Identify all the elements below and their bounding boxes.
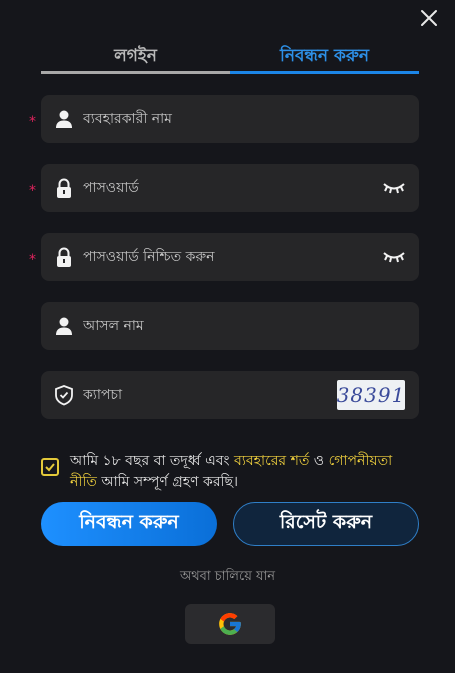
lock-icon	[57, 178, 71, 198]
register-button[interactable]: নিবন্ধন করুন	[41, 502, 217, 546]
privacy-link-part1[interactable]: গোপনীয়তা	[329, 453, 393, 469]
terms-link[interactable]: ব্যবহারের শর্ত	[234, 453, 309, 469]
google-icon	[219, 613, 241, 635]
real-name-input[interactable]	[83, 302, 419, 350]
required-mark-confirm: *	[29, 252, 36, 268]
reset-button-label: রিসেট করুন	[279, 511, 373, 533]
required-mark-username: *	[29, 114, 36, 130]
lock-icon	[57, 247, 71, 267]
user-icon	[56, 317, 72, 335]
username-field	[41, 95, 419, 143]
eye-closed-icon[interactable]	[381, 249, 407, 265]
tab-login[interactable]: লগইন	[41, 44, 230, 76]
tab-register-label: নিবন্ধন করুন	[279, 46, 370, 66]
eye-closed-icon[interactable]	[381, 180, 407, 196]
privacy-link-part2[interactable]: নীতি	[70, 474, 97, 490]
shield-check-icon	[55, 385, 73, 406]
agreement-text-before: আমি ১৮ বছর বা তদূর্ধ্ব এবং	[70, 453, 235, 469]
password-input[interactable]	[83, 164, 381, 212]
google-login-button[interactable]	[185, 604, 275, 644]
close-button[interactable]	[417, 6, 441, 30]
user-icon	[56, 110, 72, 128]
register-button-label: নিবন্ধন করুন	[79, 511, 179, 533]
agreement-checkbox[interactable]	[41, 458, 59, 476]
checkmark-icon	[45, 463, 55, 472]
confirm-password-input[interactable]	[83, 233, 381, 281]
captcha-code: 38391	[336, 383, 406, 407]
username-input[interactable]	[83, 95, 419, 143]
reset-button[interactable]: রিসেট করুন	[233, 502, 419, 546]
tab-login-underline	[41, 71, 230, 74]
tab-register-underline	[230, 71, 419, 74]
real-name-field	[41, 302, 419, 350]
tab-register[interactable]: নিবন্ধন করুন	[230, 44, 419, 76]
close-icon	[421, 10, 437, 26]
captcha-image[interactable]: 38391	[337, 380, 405, 410]
agreement-row: আমি ১৮ বছর বা তদূর্ধ্ব এবং ব্যবহারের শর্…	[41, 451, 419, 493]
required-mark-password: *	[29, 183, 36, 199]
password-field	[41, 164, 419, 212]
alt-login-text: অথবা চালিয়ে যান	[179, 569, 276, 584]
captcha-input[interactable]	[83, 371, 337, 419]
confirm-password-field	[41, 233, 419, 281]
auth-tabs: লগইন নিবন্ধন করুন	[41, 44, 419, 76]
agreement-text: আমি ১৮ বছর বা তদূর্ধ্ব এবং ব্যবহারের শর্…	[70, 451, 392, 493]
captcha-field: 38391	[41, 371, 419, 419]
agreement-text-and: ও	[309, 453, 329, 469]
agreement-text-after: আমি সম্পূর্ণ গ্রহণ করছি।	[96, 474, 239, 490]
tab-login-label: লগইন	[114, 46, 157, 66]
